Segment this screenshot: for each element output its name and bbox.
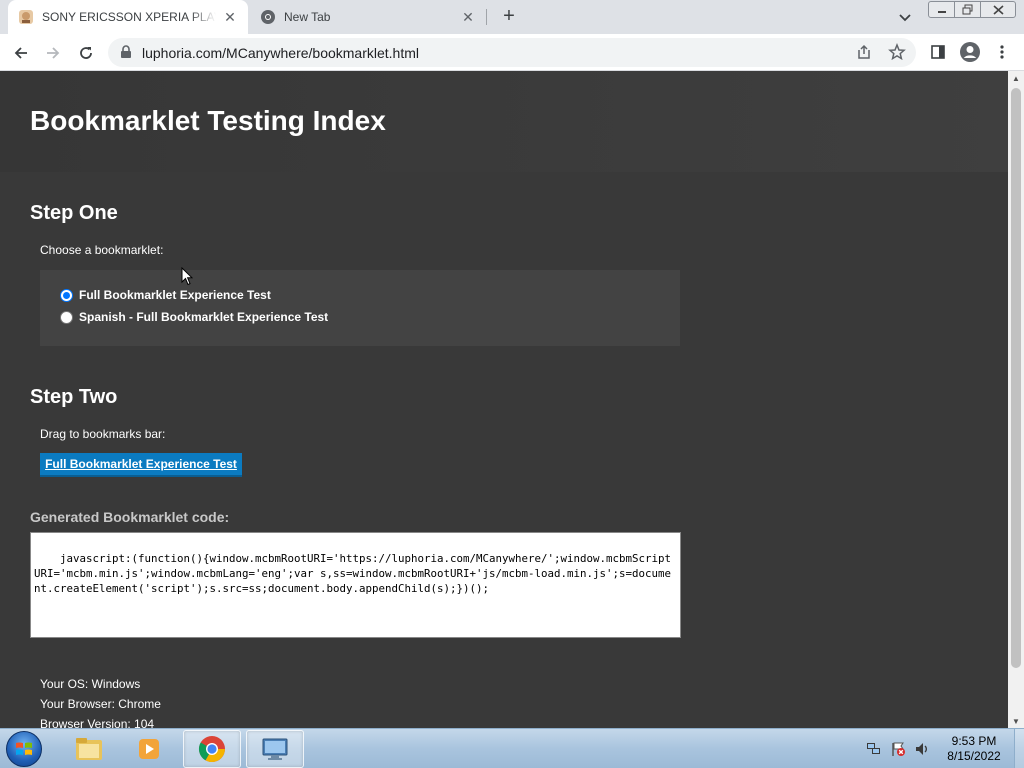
scroll-thumb[interactable] (1011, 88, 1021, 668)
windows-logo-icon (16, 742, 32, 755)
address-url[interactable]: luphoria.com/MCanywhere/bookmarklet.html (142, 45, 419, 61)
action-center-icon[interactable] (890, 741, 906, 757)
network-icon[interactable] (866, 741, 882, 757)
clock-date: 8/15/2022 (947, 749, 1001, 763)
address-bar[interactable]: luphoria.com/MCanywhere/bookmarklet.html (108, 38, 916, 67)
tab-title: New Tab (284, 10, 331, 24)
folder-icon (76, 738, 102, 760)
radio-full-test[interactable] (60, 288, 73, 302)
system-clock[interactable]: 9:53 PM 8/15/2022 (940, 734, 1008, 764)
option-full-test[interactable]: Full Bookmarklet Experience Test (60, 288, 271, 302)
page-viewport: Bookmarklet Testing Index Step One Choos… (0, 71, 1008, 728)
tab-close-icon[interactable]: ✕ (222, 9, 238, 25)
volume-icon[interactable] (914, 741, 930, 757)
clock-time: 9:53 PM (951, 734, 997, 748)
chrome-icon (198, 736, 225, 762)
step-one-heading: Step One (30, 202, 118, 224)
option-label: Full Bookmarklet Experience Test (79, 288, 271, 302)
new-tab-button[interactable]: + (497, 5, 521, 29)
tab-divider (486, 9, 487, 25)
media-player-icon (139, 739, 159, 759)
profile-avatar-icon (960, 42, 980, 62)
page-title: Bookmarklet Testing Index (30, 105, 386, 136)
step-two-heading: Step Two (30, 386, 118, 408)
forward-button[interactable] (40, 40, 66, 66)
choose-bookmarklet-label: Choose a bookmarklet: (40, 243, 164, 257)
bookmark-star-icon[interactable] (888, 42, 906, 66)
option-label: Spanish - Full Bookmarklet Experience Te… (79, 310, 329, 324)
arrow-right-icon (47, 47, 60, 59)
bookmarklet-options: Full Bookmarklet Experience Test Spanish… (40, 270, 680, 346)
scroll-down-arrow-icon[interactable]: ▼ (1008, 714, 1024, 728)
photo-favicon-icon (18, 9, 34, 25)
reload-button[interactable] (73, 40, 99, 66)
scroll-up-arrow-icon[interactable]: ▲ (1008, 71, 1024, 85)
reload-icon (80, 47, 92, 59)
vertical-scrollbar[interactable]: ▲ ▼ (1008, 71, 1024, 728)
browser-toolbar: luphoria.com/MCanywhere/bookmarklet.html (0, 34, 1024, 71)
profile-button[interactable] (958, 40, 982, 64)
tab-title: SONY ERICSSON XPERIA PLAY M (42, 10, 216, 24)
mouse-cursor-icon (181, 266, 194, 291)
menu-button[interactable] (990, 40, 1014, 64)
tab-close-icon[interactable]: ✕ (460, 9, 476, 25)
tab-new-tab[interactable]: New Tab ✕ (250, 0, 486, 34)
show-desktop-button[interactable] (1014, 729, 1024, 768)
browser-info: Your Browser: Chrome (40, 697, 161, 711)
option-spanish-test[interactable]: Spanish - Full Bookmarklet Experience Te… (60, 310, 328, 324)
bookmarklet-code-textarea[interactable]: javascript:(function(){window.mcbmRootUR… (30, 532, 681, 638)
monitor-icon (262, 738, 288, 760)
tab-strip: SONY ERICSSON XPERIA PLAY M ✕ New Tab ✕ … (0, 0, 1024, 34)
window-restore-button[interactable] (954, 1, 981, 18)
tab-active[interactable]: SONY ERICSSON XPERIA PLAY M ✕ (8, 0, 248, 34)
drag-instruction-label: Drag to bookmarks bar: (40, 427, 166, 441)
bookmarklet-link[interactable]: Full Bookmarklet Experience Test (40, 453, 242, 477)
tab-search-chevron-icon[interactable] (894, 6, 916, 28)
taskbar-media-player[interactable] (120, 730, 178, 768)
side-panel-icon (931, 45, 945, 59)
page-header: Bookmarklet Testing Index (0, 71, 1008, 172)
arrow-left-icon (14, 47, 27, 59)
side-panel-button[interactable] (926, 40, 950, 64)
taskbar-remote-desktop[interactable] (246, 730, 304, 768)
os-info: Your OS: Windows (40, 677, 141, 691)
lock-icon[interactable] (120, 45, 132, 64)
bookmarklet-code: javascript:(function(){window.mcbmRootUR… (34, 552, 672, 595)
start-button[interactable] (6, 731, 42, 767)
window-minimize-button[interactable] (928, 1, 955, 18)
chrome-favicon-icon (260, 9, 276, 25)
window-close-button[interactable] (980, 1, 1016, 18)
generated-code-label: Generated Bookmarklet code: (30, 509, 230, 525)
kebab-menu-icon (1000, 45, 1004, 59)
taskbar-explorer[interactable] (60, 730, 118, 768)
radio-spanish-test[interactable] (60, 310, 73, 324)
version-info: Browser Version: 104 (40, 717, 155, 728)
resize-grip-icon[interactable] (671, 628, 679, 636)
taskbar-chrome[interactable] (183, 730, 241, 768)
share-icon[interactable] (856, 44, 872, 65)
windows-taskbar: 9:53 PM 8/15/2022 (0, 728, 1024, 768)
back-button[interactable] (8, 40, 34, 66)
